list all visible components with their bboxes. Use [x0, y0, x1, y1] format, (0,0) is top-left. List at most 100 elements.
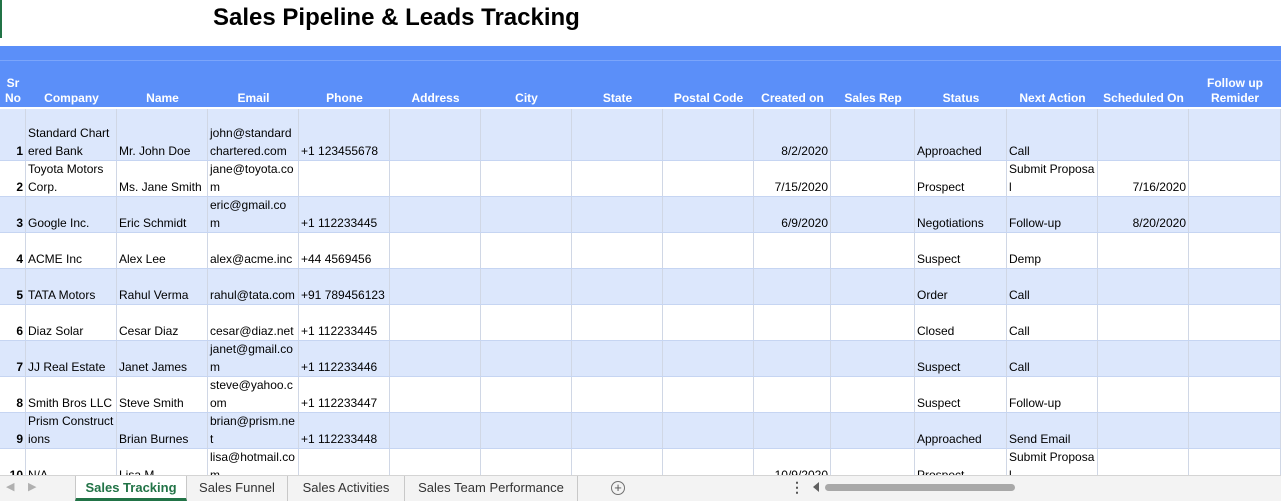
cell-city[interactable]: [481, 341, 572, 376]
cell-sales-rep[interactable]: [831, 109, 915, 160]
cell-next-action[interactable]: Submit Proposal: [1007, 449, 1098, 475]
cell-postal-code[interactable]: [663, 449, 754, 475]
cell-status[interactable]: Closed: [915, 305, 1007, 340]
cell-phone[interactable]: +1 112233447: [299, 377, 390, 412]
cell-created-on[interactable]: 8/2/2020: [754, 109, 831, 160]
cell-next-action[interactable]: Follow-up: [1007, 377, 1098, 412]
cell-follow-up-reminder[interactable]: [1189, 109, 1281, 160]
cell-next-action[interactable]: Call: [1007, 269, 1098, 304]
cell-email[interactable]: brian@prism.net: [208, 413, 299, 448]
cell-next-action[interactable]: Demp: [1007, 233, 1098, 268]
cell-city[interactable]: [481, 161, 572, 196]
cell-phone[interactable]: +1 112233448: [299, 413, 390, 448]
cell-postal-code[interactable]: [663, 377, 754, 412]
cell-phone[interactable]: [299, 449, 390, 475]
column-header-email[interactable]: Email: [208, 61, 299, 107]
cell-address[interactable]: [390, 197, 481, 232]
cell-company[interactable]: ACME Inc: [26, 233, 117, 268]
tab-sales-activities[interactable]: Sales Activities: [288, 476, 405, 501]
cell-city[interactable]: [481, 197, 572, 232]
cell-name[interactable]: Janet James: [117, 341, 208, 376]
cell-email[interactable]: steve@yahoo.com: [208, 377, 299, 412]
cell-follow-up-reminder[interactable]: [1189, 269, 1281, 304]
cell-sales-rep[interactable]: [831, 269, 915, 304]
column-header-scheduled-on[interactable]: Scheduled On: [1098, 61, 1189, 107]
cell-email[interactable]: rahul@tata.com: [208, 269, 299, 304]
cell-company[interactable]: JJ Real Estate: [26, 341, 117, 376]
cell-status[interactable]: Order: [915, 269, 1007, 304]
cell-email[interactable]: janet@gmail.com: [208, 341, 299, 376]
cell-sales-rep[interactable]: [831, 377, 915, 412]
cell-status[interactable]: Prospect: [915, 161, 1007, 196]
cell-postal-code[interactable]: [663, 161, 754, 196]
cell-name[interactable]: Cesar Diaz: [117, 305, 208, 340]
cell-follow-up-reminder[interactable]: [1189, 449, 1281, 475]
cell-state[interactable]: [572, 233, 663, 268]
cell-state[interactable]: [572, 269, 663, 304]
tab-sales-funnel[interactable]: Sales Funnel: [187, 476, 288, 501]
cell-name[interactable]: Rahul Verma: [117, 269, 208, 304]
cell-city[interactable]: [481, 109, 572, 160]
cell-company[interactable]: Smith Bros LLC: [26, 377, 117, 412]
cell-name[interactable]: Brian Burnes: [117, 413, 208, 448]
cell-follow-up-reminder[interactable]: [1189, 377, 1281, 412]
cell-scheduled-on[interactable]: [1098, 233, 1189, 268]
cell-address[interactable]: [390, 341, 481, 376]
cell-follow-up-reminder[interactable]: [1189, 305, 1281, 340]
column-header-company[interactable]: Company: [26, 61, 117, 107]
cell-created-on[interactable]: [754, 269, 831, 304]
cell-next-action[interactable]: Follow-up: [1007, 197, 1098, 232]
vertical-dots-icon[interactable]: ⋮: [790, 479, 804, 496]
cell-company[interactable]: Diaz Solar: [26, 305, 117, 340]
cell-created-on[interactable]: 6/9/2020: [754, 197, 831, 232]
cell-sr-no[interactable]: 6: [0, 305, 26, 340]
cell-next-action[interactable]: Call: [1007, 305, 1098, 340]
cell-scheduled-on[interactable]: [1098, 377, 1189, 412]
chevron-left-icon[interactable]: ◀: [6, 480, 14, 493]
column-header-phone[interactable]: Phone: [299, 61, 390, 107]
cell-email[interactable]: john@standardchartered.com: [208, 109, 299, 160]
cell-state[interactable]: [572, 377, 663, 412]
cell-sr-no[interactable]: 8: [0, 377, 26, 412]
cell-phone[interactable]: +44 4569456: [299, 233, 390, 268]
cell-state[interactable]: [572, 161, 663, 196]
cell-sr-no[interactable]: 1: [0, 109, 26, 160]
cell-postal-code[interactable]: [663, 233, 754, 268]
cell-city[interactable]: [481, 413, 572, 448]
cell-name[interactable]: Eric Schmidt: [117, 197, 208, 232]
horizontal-scrollbar[interactable]: [825, 484, 1015, 491]
column-header-status[interactable]: Status: [915, 61, 1007, 107]
cell-sales-rep[interactable]: [831, 161, 915, 196]
cell-scheduled-on[interactable]: [1098, 413, 1189, 448]
cell-email[interactable]: eric@gmail.com: [208, 197, 299, 232]
cell-name[interactable]: Steve Smith: [117, 377, 208, 412]
cell-status[interactable]: Negotiations: [915, 197, 1007, 232]
cell-sales-rep[interactable]: [831, 449, 915, 475]
cell-status[interactable]: Suspect: [915, 233, 1007, 268]
cell-sales-rep[interactable]: [831, 413, 915, 448]
cell-name[interactable]: Alex Lee: [117, 233, 208, 268]
cell-email[interactable]: lisa@hotmail.com: [208, 449, 299, 475]
cell-created-on[interactable]: [754, 233, 831, 268]
cell-postal-code[interactable]: [663, 109, 754, 160]
cell-sales-rep[interactable]: [831, 233, 915, 268]
cell-address[interactable]: [390, 233, 481, 268]
cell-next-action[interactable]: Submit Proposal: [1007, 161, 1098, 196]
cell-state[interactable]: [572, 197, 663, 232]
cell-next-action[interactable]: Call: [1007, 341, 1098, 376]
cell-address[interactable]: [390, 305, 481, 340]
cell-sr-no[interactable]: 2: [0, 161, 26, 196]
cell-status[interactable]: Suspect: [915, 341, 1007, 376]
cell-postal-code[interactable]: [663, 413, 754, 448]
cell-scheduled-on[interactable]: 7/16/2020: [1098, 161, 1189, 196]
cell-phone[interactable]: +91 789456123: [299, 269, 390, 304]
chevron-right-icon[interactable]: ▶: [28, 480, 36, 493]
cell-name[interactable]: Mr. John Doe: [117, 109, 208, 160]
cell-status[interactable]: Prospect: [915, 449, 1007, 475]
plus-circle-icon[interactable]: +: [611, 481, 625, 495]
cell-scheduled-on[interactable]: [1098, 449, 1189, 475]
cell-company[interactable]: Google Inc.: [26, 197, 117, 232]
column-header-sr-no[interactable]: Sr No: [0, 61, 26, 107]
cell-sales-rep[interactable]: [831, 305, 915, 340]
cell-city[interactable]: [481, 305, 572, 340]
